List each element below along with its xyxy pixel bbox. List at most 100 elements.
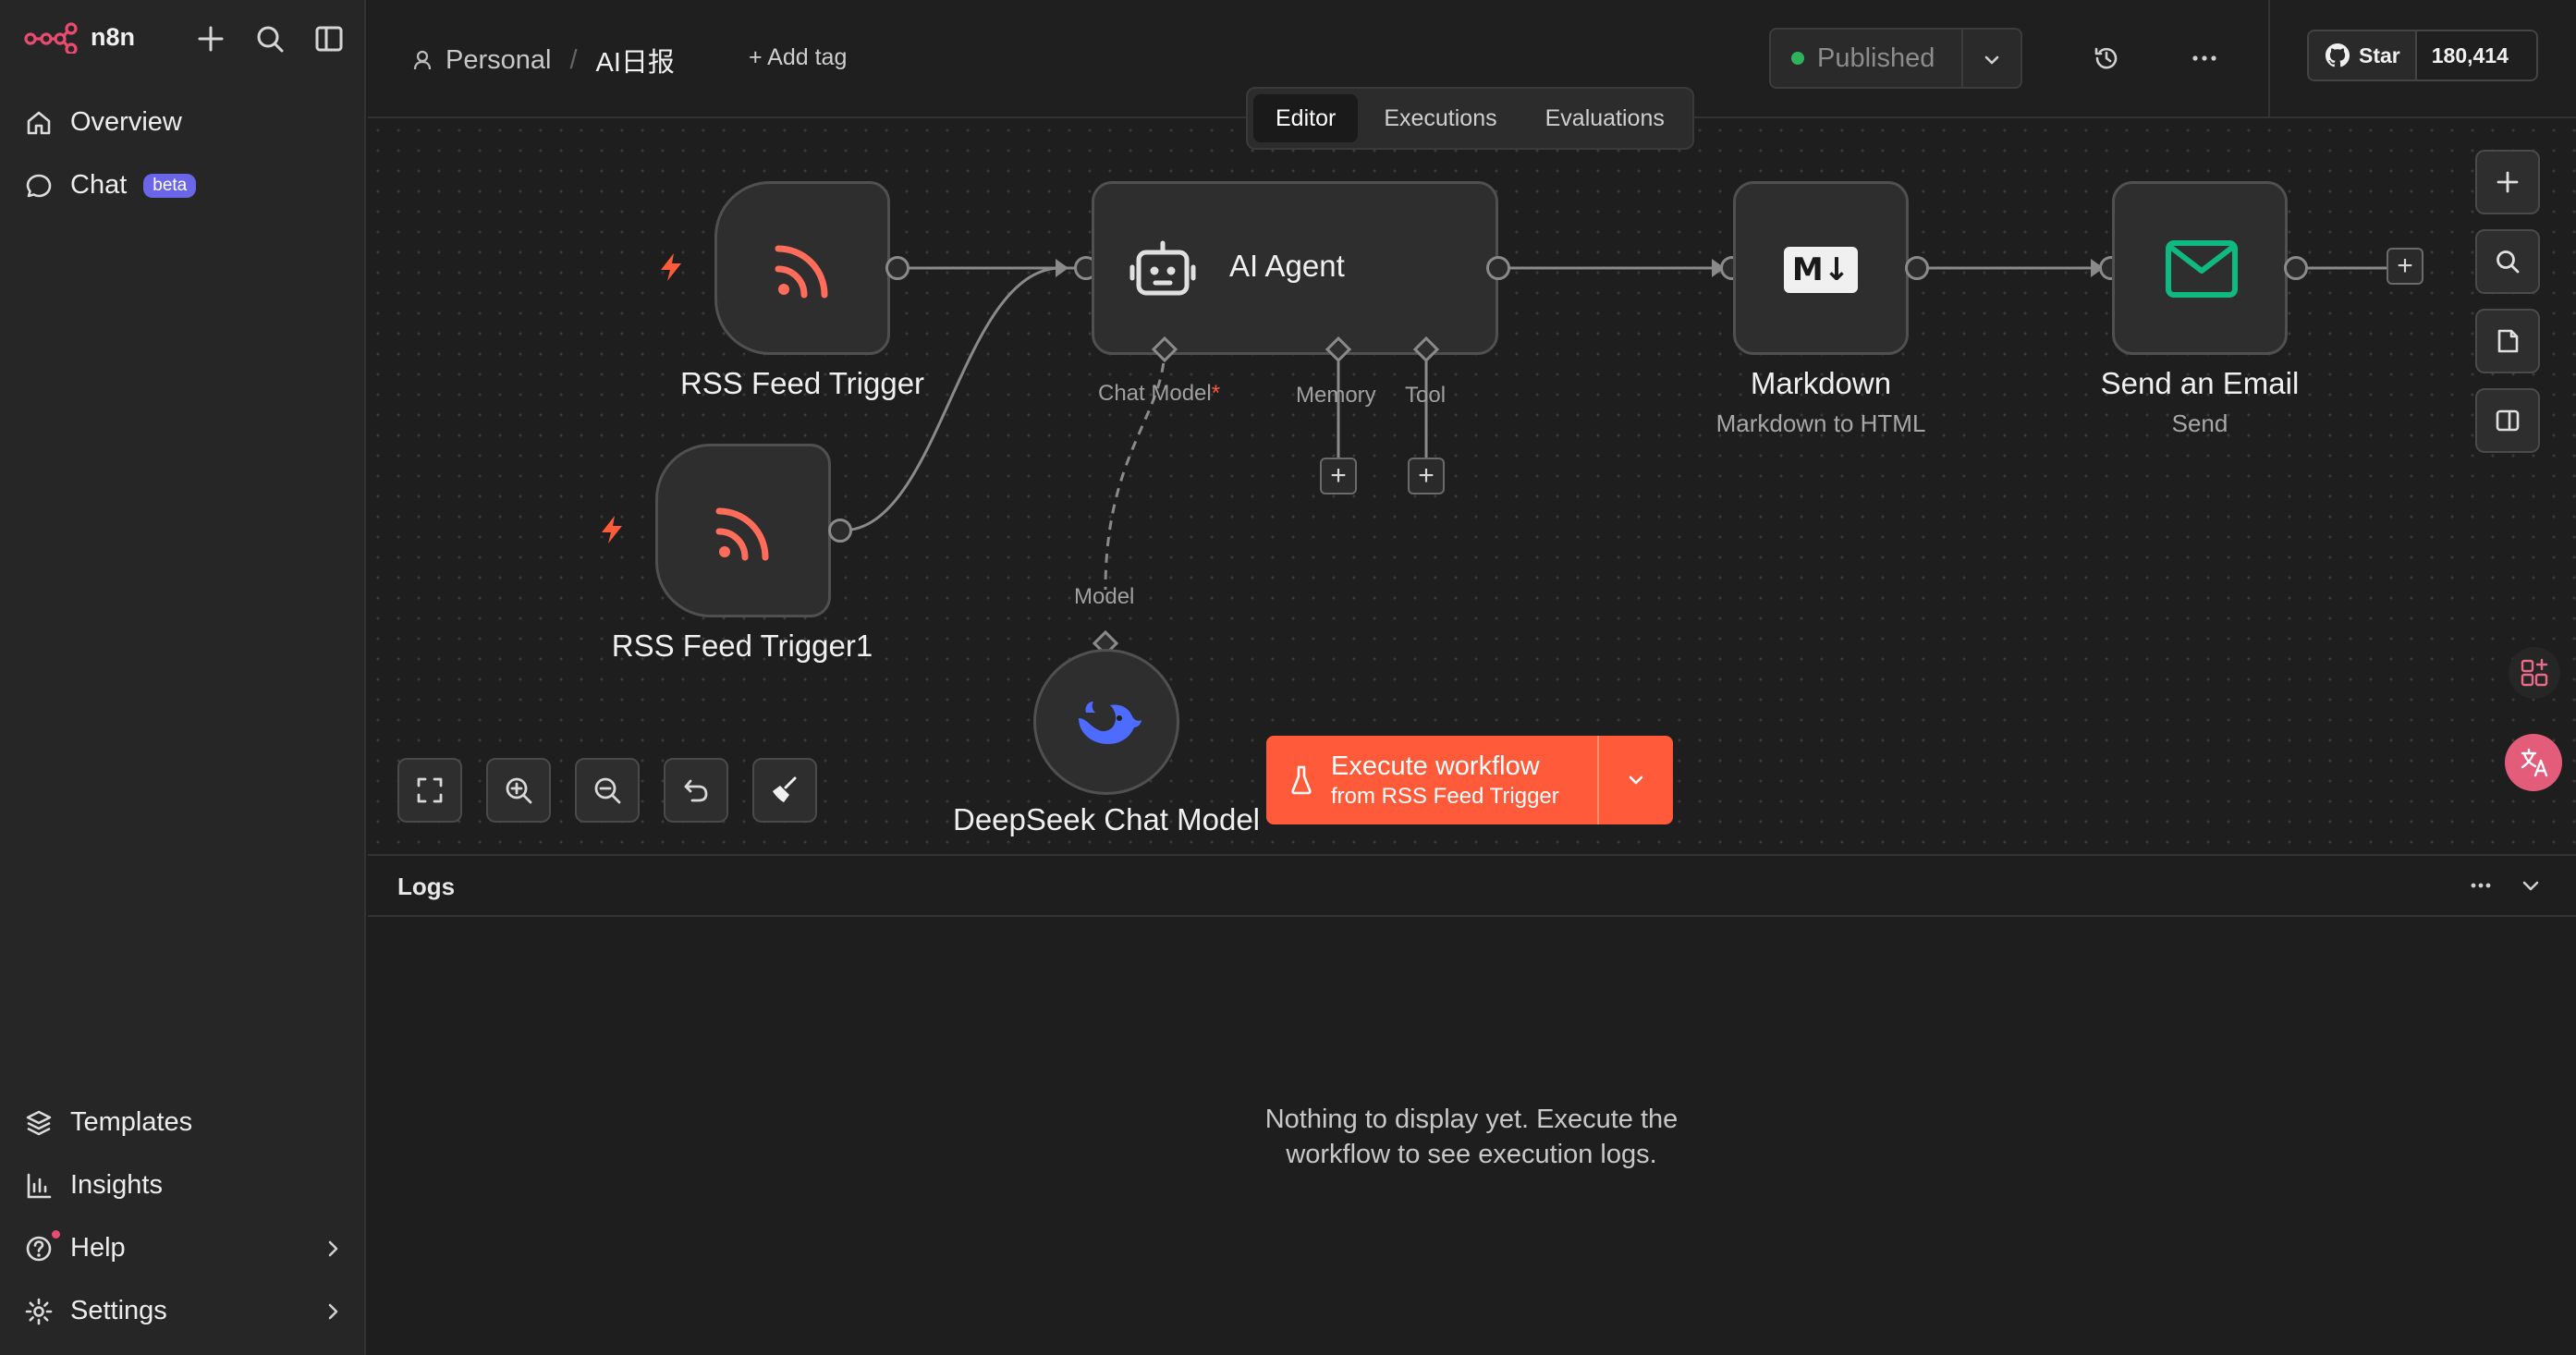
help-icon — [24, 1229, 60, 1263]
node-rss-feed-trigger[interactable] — [714, 181, 890, 355]
history-button[interactable] — [2087, 39, 2126, 78]
execute-workflow-button[interactable]: Execute workflow from RSS Feed Trigger — [1266, 736, 1673, 824]
robot-icon — [1129, 240, 1196, 296]
node-label: DeepSeek Chat Model — [952, 802, 1261, 836]
rss-icon — [775, 245, 828, 299]
execute-title: Execute workflow — [1331, 751, 1540, 781]
node-rss-feed-trigger-1[interactable] — [655, 444, 831, 617]
sidebar-item-help[interactable]: Help — [24, 1229, 344, 1263]
undo-icon — [684, 779, 708, 802]
node-deepseek-chat-model[interactable] — [1033, 649, 1179, 795]
app-logo[interactable]: n8n — [24, 20, 135, 54]
sidebar-item-label: Templates — [70, 1107, 193, 1137]
sidebar-item-templates[interactable]: Templates — [24, 1107, 192, 1138]
sticky-note-button[interactable] — [2475, 309, 2540, 373]
chevron-right-icon — [322, 1300, 344, 1323]
header-divider — [2268, 0, 2270, 118]
tool-port-label: Tool — [1405, 383, 1447, 408]
toggle-sidebar-button[interactable] — [312, 22, 346, 55]
node-label: Send an Email — [2100, 366, 2300, 400]
broom-icon — [773, 776, 797, 802]
node-markdown[interactable]: M↓ — [1733, 181, 1909, 355]
add-node-button[interactable] — [2475, 150, 2540, 214]
execute-subtitle: from RSS Feed Trigger — [1331, 783, 1559, 809]
more-options-button[interactable] — [2185, 39, 2224, 78]
zoom-in-button[interactable] — [486, 758, 551, 823]
sidebar: n8n Overview Chat beta Templates Insight… — [0, 0, 366, 1355]
node-send-email[interactable] — [2112, 181, 2288, 355]
notification-dot — [52, 1229, 60, 1239]
published-label: Published — [1817, 43, 1935, 73]
chevron-right-icon — [322, 1238, 344, 1260]
gear-icon — [24, 1297, 54, 1326]
node-ai-agent[interactable]: AI Agent — [1092, 181, 1498, 355]
tab-evaluations[interactable]: Evaluations — [1523, 94, 1687, 142]
output-port[interactable] — [2284, 256, 2308, 280]
publish-dropdown-button[interactable] — [1963, 28, 2022, 89]
sidebar-item-overview[interactable]: Overview — [24, 107, 182, 138]
sidebar-item-chat[interactable]: Chat beta — [24, 170, 197, 201]
translate-button[interactable] — [2505, 734, 2562, 791]
search-icon — [257, 26, 284, 53]
add-tool-button[interactable]: + — [1408, 458, 1445, 494]
workflow-canvas[interactable]: RSS Feed Trigger RSS Feed Trigger1 AI Ag… — [368, 120, 2576, 852]
output-port[interactable] — [885, 256, 910, 280]
sidebar-item-insights[interactable]: Insights — [24, 1170, 163, 1201]
sidebar-item-settings[interactable]: Settings — [24, 1296, 344, 1326]
create-button[interactable] — [194, 22, 227, 55]
logs-collapse-button[interactable] — [2520, 874, 2542, 897]
tab-executions[interactable]: Executions — [1361, 94, 1519, 142]
tidy-up-button[interactable] — [752, 758, 817, 823]
logs-empty-message: Nothing to display yet. Execute the work… — [1265, 1102, 1679, 1172]
search-nodes-button[interactable] — [2475, 229, 2540, 294]
output-port[interactable] — [828, 519, 852, 543]
search-button[interactable] — [253, 22, 287, 55]
fit-view-icon — [417, 777, 443, 803]
beta-badge: beta — [143, 173, 197, 198]
memory-port-label: Memory — [1296, 383, 1376, 408]
execute-dropdown-button[interactable] — [1599, 736, 1673, 824]
chat-model-port-label: Chat Model* — [1098, 381, 1221, 406]
github-star-label: Star — [2359, 43, 2400, 67]
zoom-out-button[interactable] — [575, 758, 640, 823]
widgets-sparkle-icon — [2521, 658, 2548, 687]
home-icon — [24, 108, 54, 138]
add-memory-button[interactable]: + — [1320, 458, 1357, 494]
chevron-down-icon — [2522, 881, 2539, 891]
breadcrumb-project[interactable]: Personal — [446, 45, 551, 76]
zoom-in-icon — [506, 777, 532, 804]
breadcrumb-separator: / — [569, 44, 578, 75]
output-port[interactable] — [1486, 256, 1510, 280]
github-star-count: 180,414 — [2416, 31, 2523, 79]
history-icon — [2094, 47, 2118, 69]
chevron-down-icon — [1984, 55, 1999, 65]
sidebar-item-label: Help — [70, 1233, 126, 1263]
logs-empty-line-2: workflow to see execution logs. — [1286, 1140, 1657, 1169]
rss-icon — [715, 507, 769, 561]
output-port[interactable] — [1905, 256, 1929, 280]
logs-empty-line-1: Nothing to display yet. Execute the — [1264, 1105, 1679, 1134]
plus-icon — [2497, 171, 2519, 193]
sidebar-item-label: Overview — [70, 107, 182, 137]
node-subtitle: Markdown to HTML — [1715, 409, 1926, 437]
published-status-button[interactable]: Published — [1769, 28, 1963, 89]
zoom-to-fit-button[interactable] — [397, 758, 462, 823]
markdown-icon: M↓ — [1784, 247, 1858, 293]
add-tag-button[interactable]: + Add tag — [749, 44, 847, 71]
deepseek-whale-icon — [1079, 702, 1141, 744]
sidebar-item-label: Settings — [70, 1296, 167, 1325]
github-star-button[interactable]: Star 180,414 — [2307, 30, 2538, 81]
ellipsis-icon — [2192, 55, 2216, 61]
envelope-icon — [2166, 240, 2238, 298]
tab-editor[interactable]: Editor — [1253, 94, 1359, 142]
assistant-button[interactable] — [2509, 647, 2560, 699]
undo-button[interactable] — [664, 758, 728, 823]
node-label: RSS Feed Trigger1 — [611, 629, 873, 663]
sidebar-item-label: Insights — [70, 1170, 163, 1200]
logs-more-button[interactable] — [2470, 882, 2492, 889]
workflow-name[interactable]: AI日报 — [596, 41, 675, 79]
toggle-panel-button[interactable] — [2475, 388, 2540, 453]
logs-header[interactable]: Logs — [368, 856, 2576, 917]
add-next-node-button[interactable]: + — [2387, 248, 2423, 285]
plus-icon — [198, 26, 224, 52]
